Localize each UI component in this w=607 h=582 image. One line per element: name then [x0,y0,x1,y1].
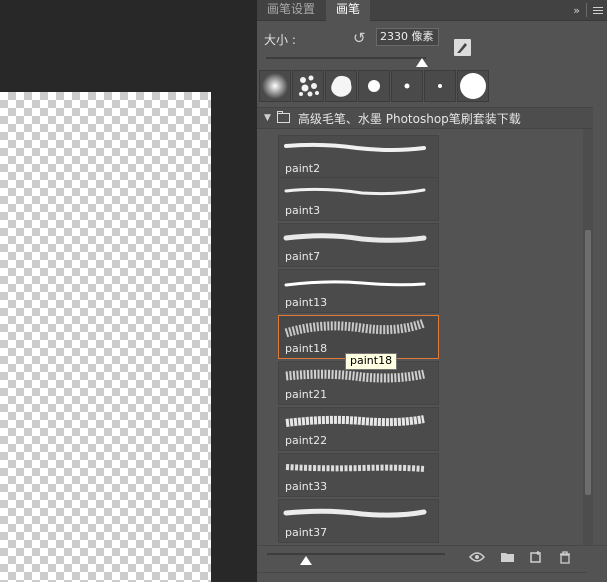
tab-brushes[interactable]: 画笔 [326,0,371,21]
brush-settings-icon[interactable] [454,39,471,56]
brush-item-paint7[interactable]: paint7 [278,223,439,267]
chevron-down-icon[interactable]: ▼ [264,113,271,123]
brush-item-label: paint37 [285,526,328,539]
preset-rough-blob[interactable] [325,70,357,102]
brushes-panel: 画笔设置 画笔 » 大小 : ↺ 2330 像素 ▼ 高级毛笔、水墨 Photo… [257,0,607,582]
brush-tooltip: paint18 [345,353,398,370]
brush-item-paint22[interactable]: paint22 [278,407,439,451]
brush-group-row[interactable]: ▼ 高级毛笔、水墨 Photoshop笔刷套装下载 [257,107,593,129]
preset-soft-round[interactable] [259,70,291,102]
brush-item-label: paint22 [285,434,328,447]
recent-brush-presets [259,70,489,102]
brush-item-label: paint18 [285,342,328,355]
folder-icon [276,111,290,123]
size-slider-thumb[interactable] [416,58,428,67]
brush-group-title: 高级毛笔、水墨 Photoshop笔刷套装下载 [297,111,521,126]
canvas-area [0,0,257,582]
divider [586,3,587,17]
reset-icon[interactable]: ↺ [353,29,366,47]
transparent-canvas[interactable] [0,92,211,582]
preset-hard-round-small[interactable] [391,70,423,102]
new-brush-icon[interactable] [530,551,542,567]
panel-tab-bar: 画笔设置 画笔 » [257,0,607,21]
size-input[interactable]: 2330 像素 [376,28,439,46]
size-slider-track[interactable] [266,57,426,59]
size-label: 大小 : [264,33,296,47]
brush-item-paint33[interactable]: paint33 [278,453,439,497]
brush-item-label: paint13 [285,296,328,309]
trash-icon[interactable] [559,551,571,568]
scrollbar-thumb[interactable] [585,230,591,495]
new-group-icon[interactable] [501,551,514,566]
panel-menu-icon[interactable] [593,6,603,14]
brush-item-label: paint7 [285,250,321,263]
preset-hard-round-large[interactable] [457,70,489,102]
preset-hard-round-tiny[interactable] [424,70,456,102]
brush-item-paint13[interactable]: paint13 [278,269,439,313]
preset-hard-round-medium[interactable] [358,70,390,102]
eye-icon[interactable] [469,551,485,567]
panel-controls: » [573,0,603,20]
preview-size-slider-track[interactable] [267,553,445,555]
brush-item-label: paint33 [285,480,328,493]
brush-item-label: paint2 [285,162,321,175]
brush-item-label: paint21 [285,388,328,401]
brush-item-paint37[interactable]: paint37 [278,499,439,543]
brush-item-label: paint3 [285,204,321,217]
tab-brush-settings[interactable]: 画笔设置 [257,0,325,20]
brush-item-paint2[interactable]: paint2 [278,135,439,179]
brush-list: paint2 paint3 paint7 paint13 paint18 pai… [257,129,583,545]
brush-item-paint3[interactable]: paint3 [278,177,439,221]
preset-scatter-leaves[interactable] [292,70,324,102]
collapse-panel-icon[interactable]: » [573,4,580,17]
preview-size-slider-thumb[interactable] [300,556,312,565]
panel-footer [257,572,587,582]
